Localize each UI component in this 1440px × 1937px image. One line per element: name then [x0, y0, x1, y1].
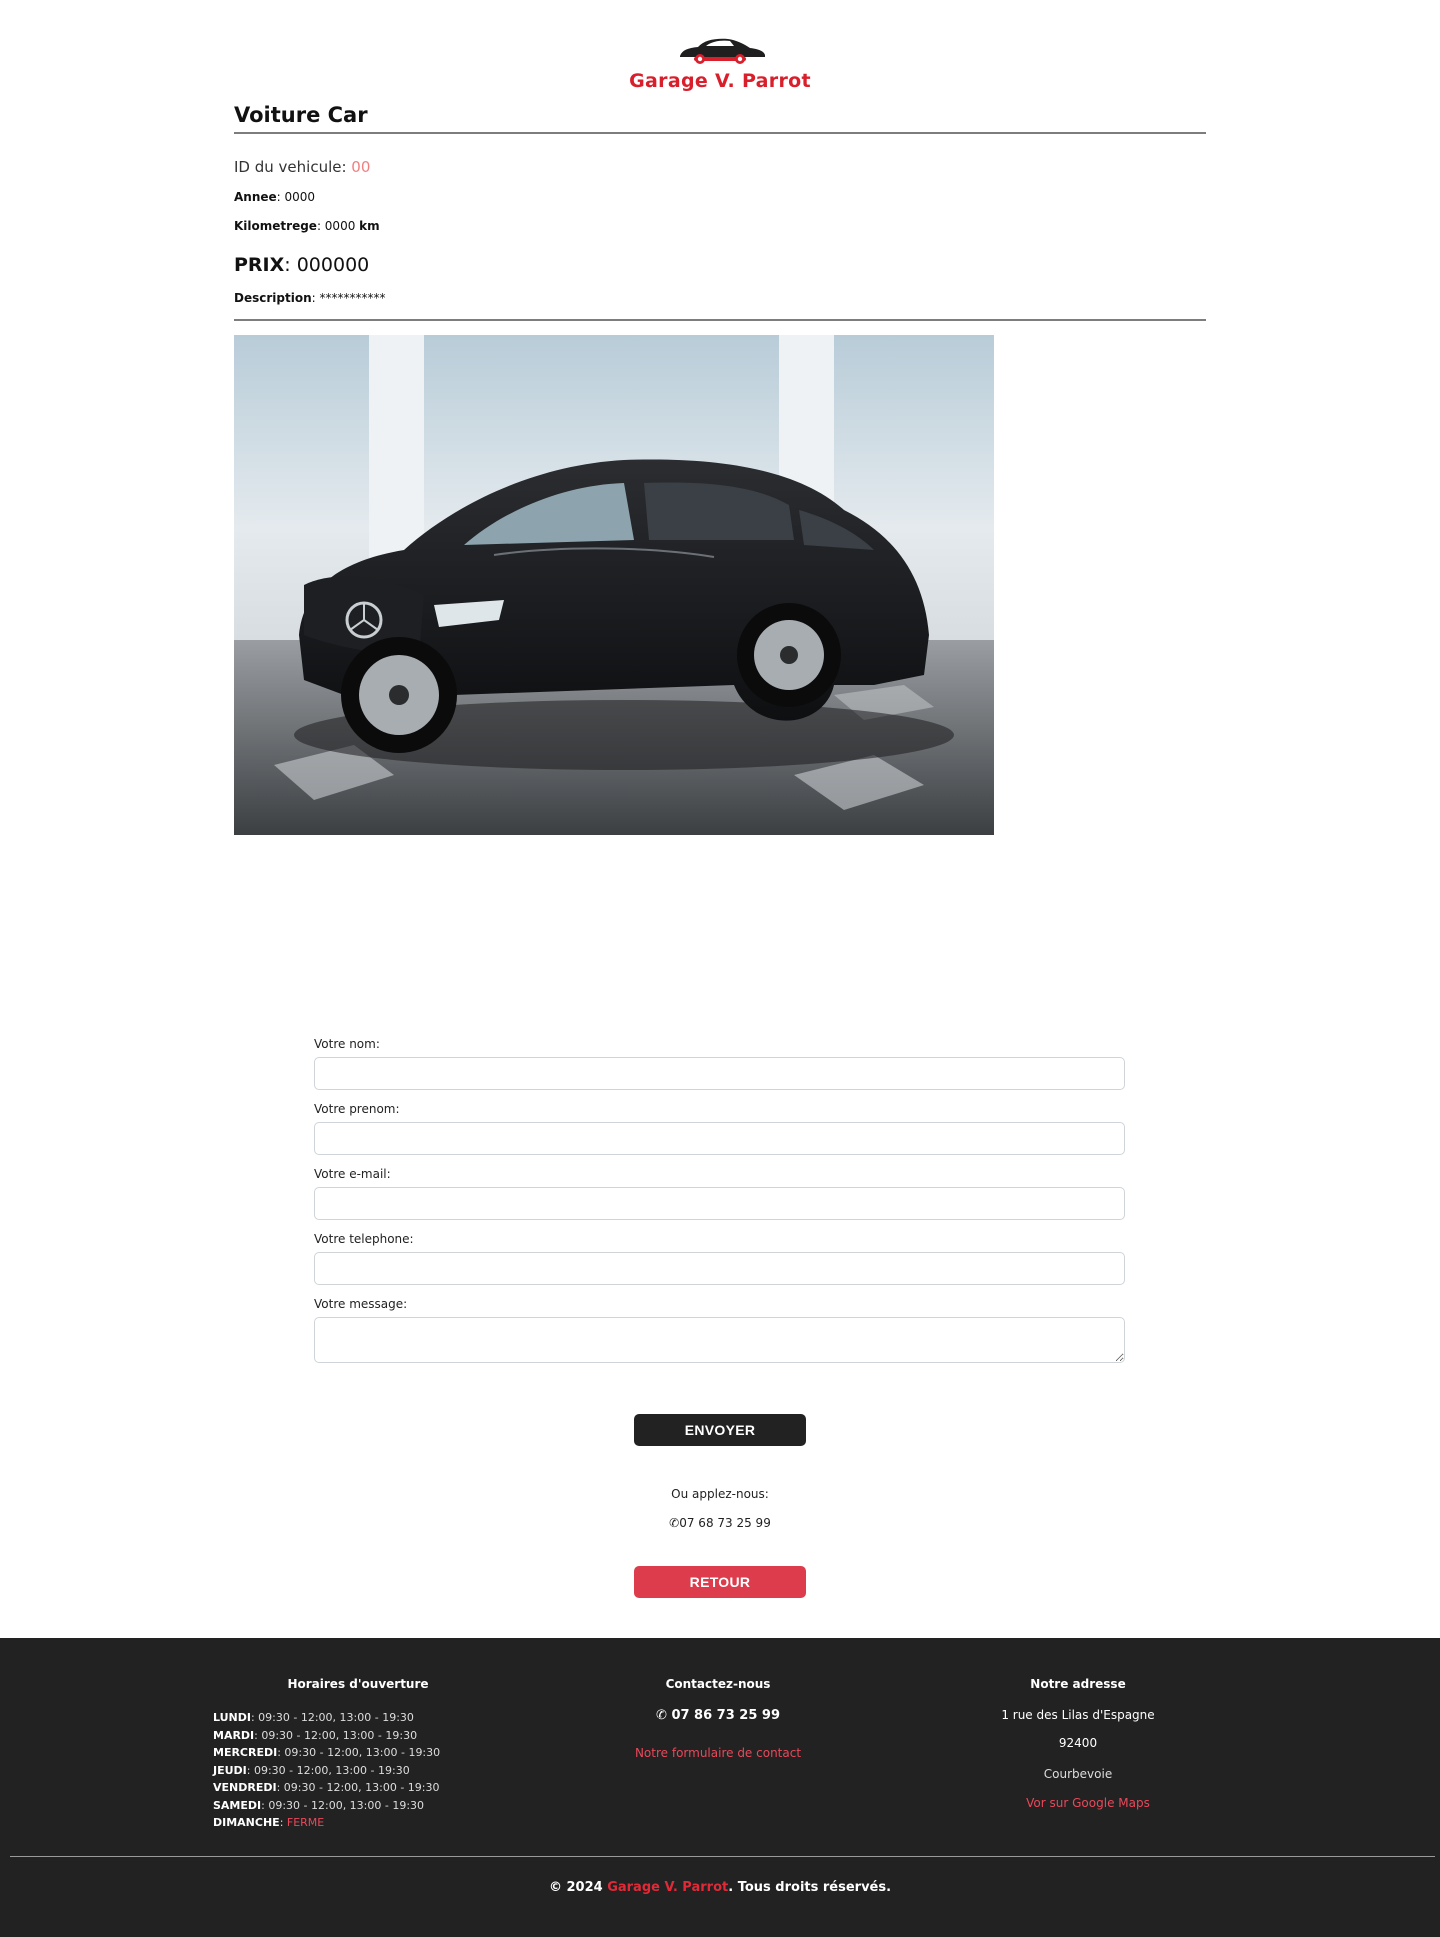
copyright-brand[interactable]: Garage V. Parrot — [607, 1880, 728, 1895]
hours-row: VENDREDI: 09:30 - 12:00, 13:00 - 19:30 — [213, 1781, 440, 1794]
vehicle-id-label: ID du vehicule: — [234, 158, 352, 176]
vehicle-mileage: Kilometrege: 0000 km — [234, 219, 1206, 233]
hours-row: MERCREDI: 09:30 - 12:00, 13:00 - 19:30 — [213, 1746, 441, 1759]
call-phone-number[interactable]: 07 68 73 25 99 — [679, 1516, 771, 1530]
message-textarea[interactable] — [314, 1317, 1125, 1363]
phone-label: Votre telephone: — [314, 1232, 414, 1246]
hours-row-sunday: DIMANCHE: FERME — [213, 1816, 325, 1829]
vehicle-description: Description: *********** — [234, 291, 1206, 305]
year-label: Annee — [234, 190, 277, 204]
site-header: Garage V. Parrot — [0, 30, 1440, 92]
page-title: Voiture Car — [234, 103, 368, 127]
site-footer: Horaires d'ouverture LUNDI: 09:30 - 12:0… — [0, 1638, 1440, 1937]
firstname-input[interactable] — [314, 1122, 1125, 1155]
hours-row: MARDI: 09:30 - 12:00, 13:00 - 19:30 — [213, 1728, 418, 1742]
footer-phone[interactable]: ✆ 07 86 73 25 99 — [568, 1708, 868, 1723]
call-us-label: Ou applez-nous: — [671, 1487, 769, 1501]
vehicle-id-value: 00 — [351, 158, 371, 176]
copyright: © 2024 Garage V. Parrot. Tous droits rés… — [548, 1880, 892, 1895]
description-value: : *********** — [311, 291, 386, 305]
phone-icon: ✆ — [656, 1708, 667, 1723]
price-label: PRIX — [234, 254, 285, 276]
footer-divider — [10, 1856, 1435, 1857]
address-zip: 92400 — [1058, 1736, 1098, 1750]
back-button[interactable]: RETOUR — [634, 1566, 806, 1598]
mileage-unit: km — [359, 219, 380, 233]
hours-title: Horaires d'ouverture — [287, 1677, 429, 1691]
contact-form: Votre nom: Votre prenom: Votre e-mail: V… — [314, 1037, 1125, 1375]
address-title: Notre adresse — [1030, 1677, 1126, 1691]
address-street: 1 rue des Lilas d'Espagne — [1001, 1708, 1155, 1722]
vehicle-id: ID du vehicule: 00 — [234, 158, 1206, 176]
name-input[interactable] — [314, 1057, 1125, 1090]
phone-input[interactable] — [314, 1252, 1125, 1285]
hours-row: SAMEDI: 09:30 - 12:00, 13:00 - 19:30 — [213, 1798, 425, 1812]
description-label: Description — [234, 291, 312, 305]
opening-hours-list: LUNDI: 09:30 - 12:00, 13:00 - 19:30 MARD… — [213, 1709, 440, 1832]
mileage-value: : 0000 — [316, 219, 360, 233]
send-button[interactable]: ENVOYER — [634, 1414, 806, 1446]
email-label: Votre e-mail: — [314, 1167, 391, 1181]
contact-title: Contactez-nous — [665, 1677, 771, 1691]
message-label: Votre message: — [314, 1297, 408, 1311]
divider — [234, 319, 1206, 321]
year-value: : 0000 — [276, 190, 316, 204]
car-logo-icon[interactable] — [670, 30, 770, 70]
hours-row: LUNDI: 09:30 - 12:00, 13:00 - 19:30 — [213, 1711, 414, 1724]
closed-status: FERME — [286, 1816, 325, 1829]
vehicle-price: PRIX: 000000 — [234, 254, 1206, 276]
hours-row: JEUDI: 09:30 - 12:00, 13:00 - 19:30 — [213, 1763, 410, 1777]
contact-form-link[interactable]: Notre formulaire de contact — [568, 1746, 868, 1760]
divider — [234, 132, 1206, 134]
firstname-label: Votre prenom: — [314, 1102, 400, 1116]
vehicle-photo — [234, 335, 994, 835]
brand-name[interactable]: Garage V. Parrot — [0, 70, 1440, 92]
email-input[interactable] — [314, 1187, 1125, 1220]
call-phone[interactable]: ✆07 68 73 25 99 — [0, 1516, 1440, 1530]
price-value: : 000000 — [284, 254, 370, 276]
name-label: Votre nom: — [314, 1037, 380, 1051]
phone-icon: ✆ — [669, 1516, 680, 1530]
google-maps-link[interactable]: Vor sur Google Maps — [938, 1796, 1238, 1810]
footer-phone-number[interactable]: 07 86 73 25 99 — [671, 1708, 780, 1723]
address-city: Courbevoie — [1043, 1767, 1113, 1781]
mileage-label: Kilometrege — [234, 219, 317, 233]
vehicle-year: Annee: 0000 — [234, 190, 1206, 204]
